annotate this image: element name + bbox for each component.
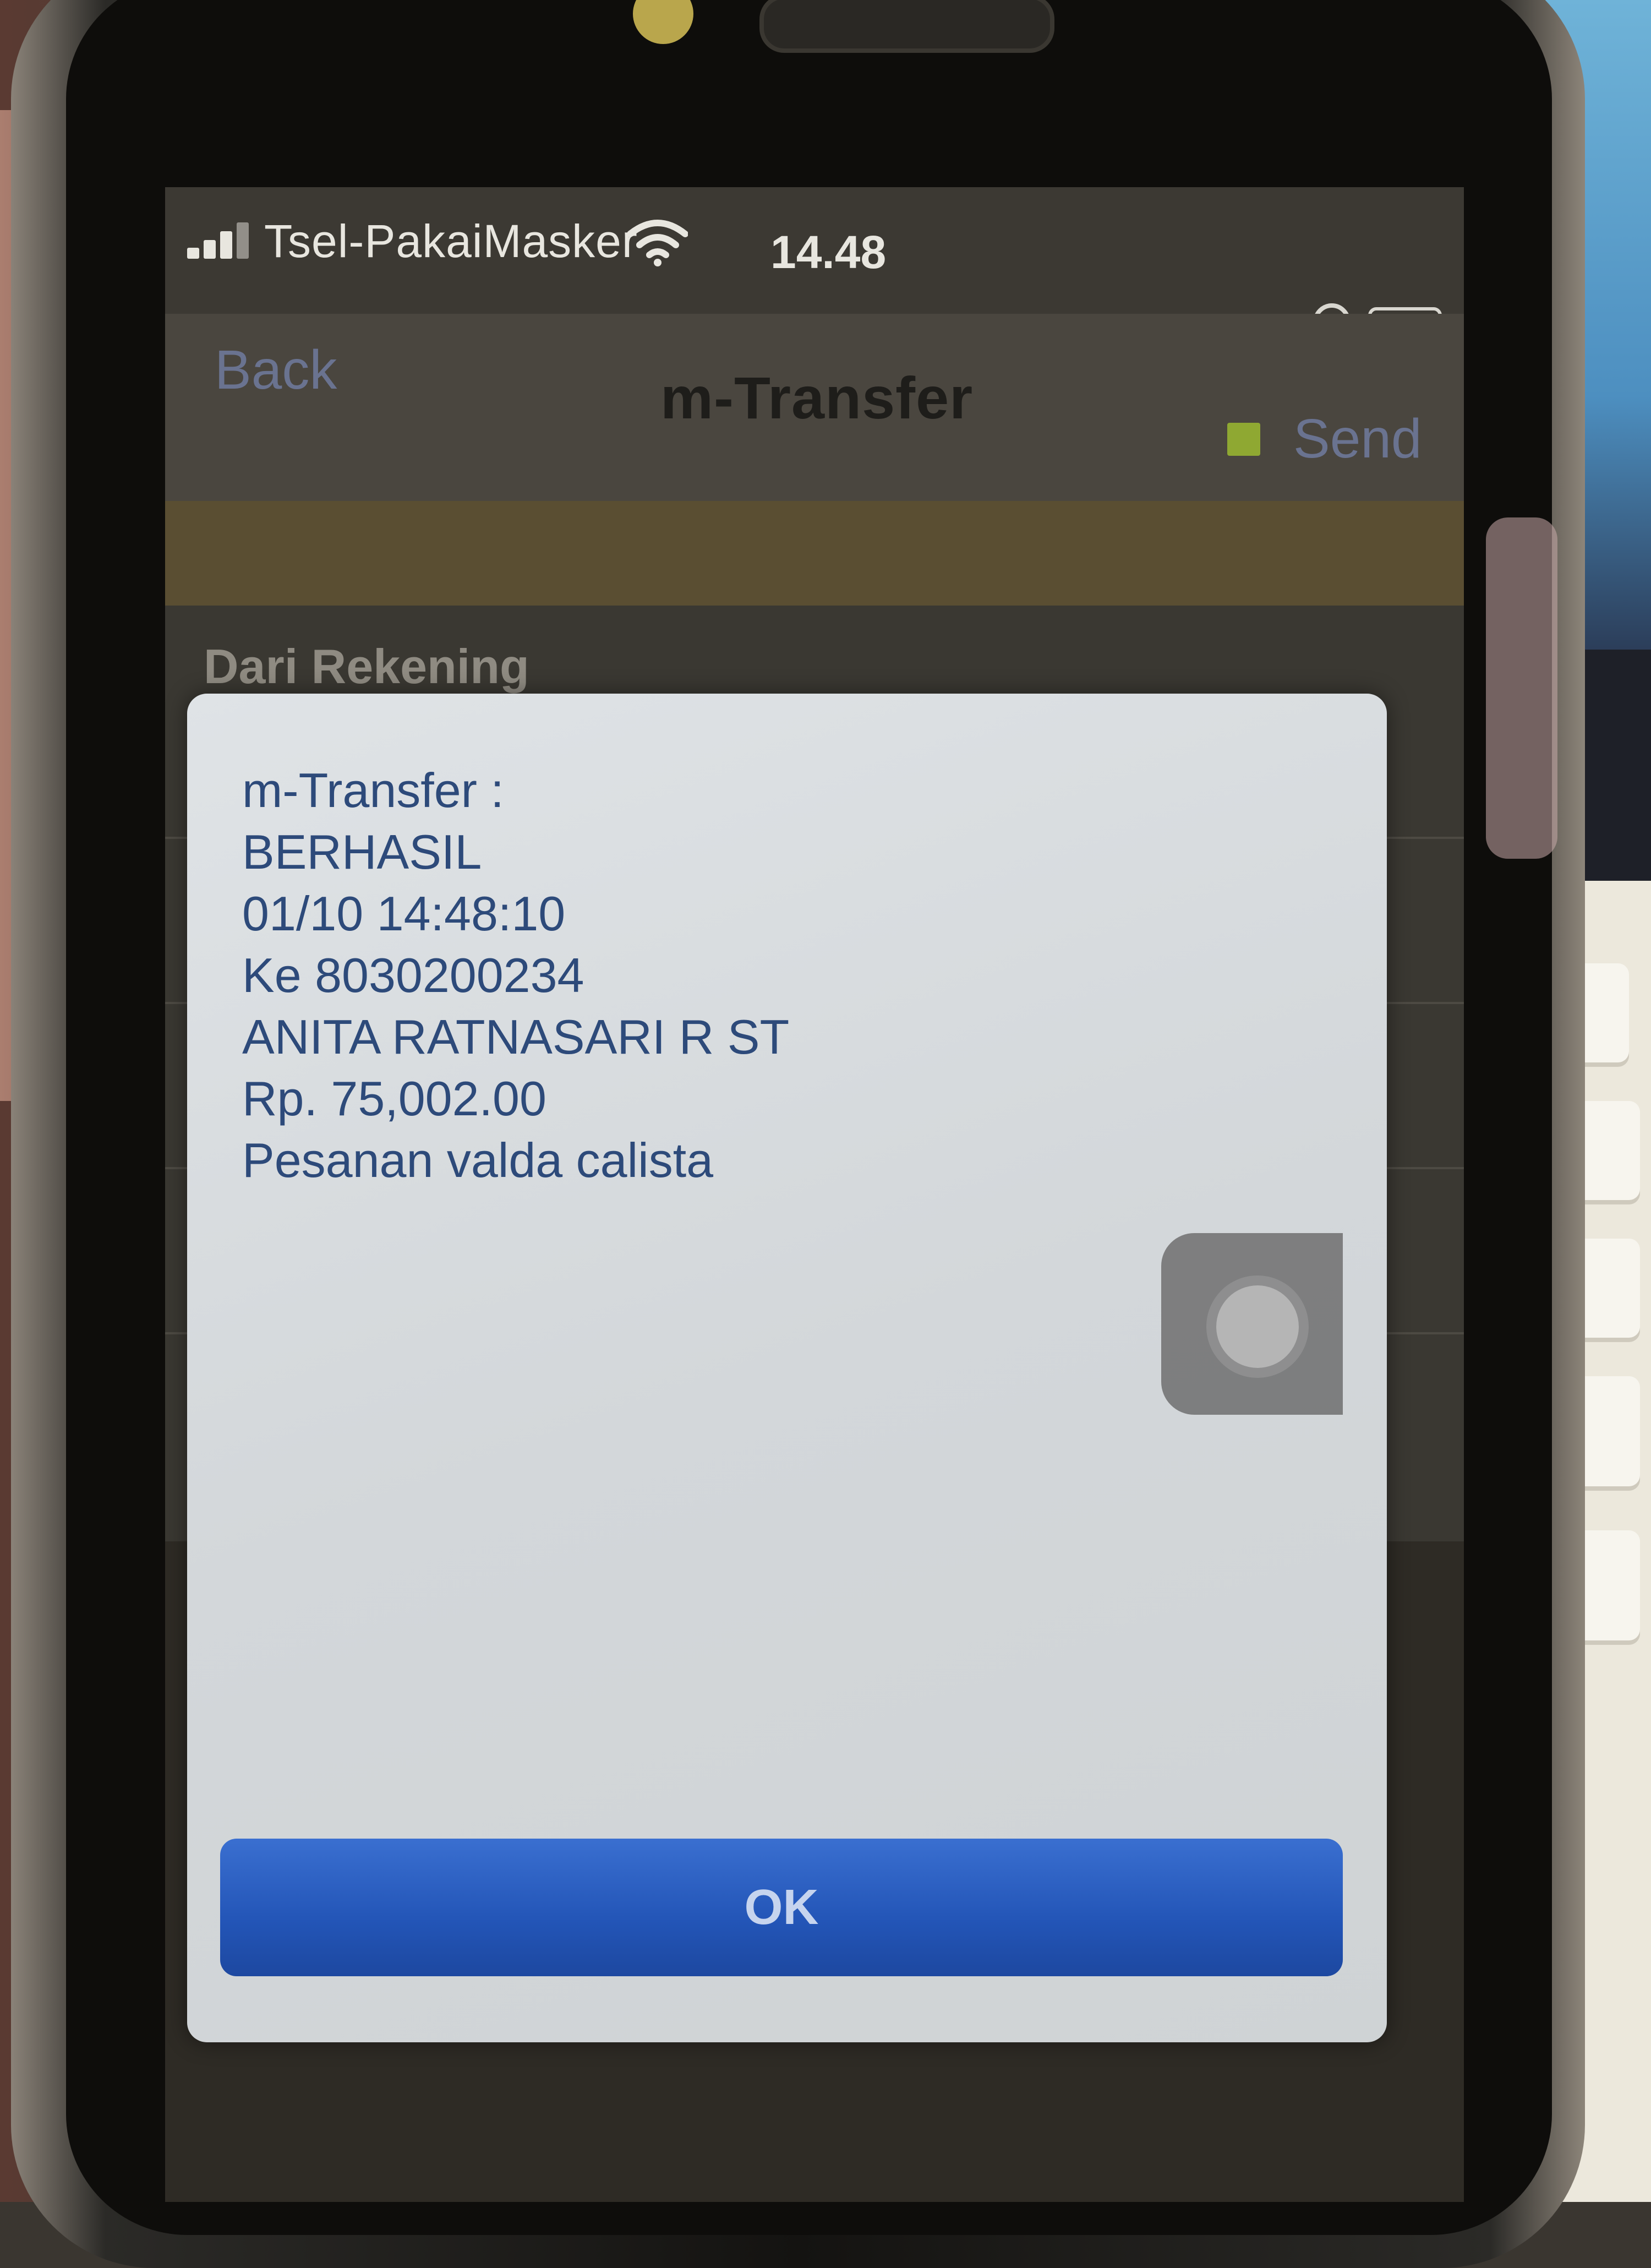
earpiece-speaker — [759, 0, 1054, 53]
alert-line-status: BERHASIL — [242, 825, 482, 879]
alert-line-recipient: ANITA RATNASARI R ST — [242, 1010, 790, 1064]
front-camera — [633, 0, 693, 44]
alert-line-note: Pesanan valda calista — [242, 1133, 714, 1187]
status-bar: Tsel-PakaiMasker 14.48 — [165, 187, 1464, 314]
alert-line-datetime: 01/10 14:48:10 — [242, 886, 566, 941]
alert-line-destination: Ke 8030200234 — [242, 948, 584, 1002]
send-button[interactable]: Send — [1227, 407, 1422, 471]
wifi-icon — [627, 220, 688, 266]
carrier-name: Tsel-PakaiMasker — [264, 215, 638, 267]
assistive-touch-icon — [1216, 1285, 1299, 1368]
signal-icon — [187, 220, 253, 259]
phone-side-button — [1486, 517, 1557, 859]
navigation-bar: Back m-Transfer Send — [165, 314, 1464, 501]
status-time: 14.48 — [770, 226, 887, 278]
back-button[interactable]: Back — [215, 339, 337, 402]
assistive-touch-button[interactable] — [1161, 1233, 1343, 1415]
header-band — [165, 501, 1464, 606]
ok-button[interactable]: OK — [220, 1839, 1343, 1976]
send-label: Send — [1293, 408, 1422, 470]
alert-message: m-Transfer : BERHASIL 01/10 14:48:10 Ke … — [242, 760, 1288, 1191]
alert-line-amount: Rp. 75,002.00 — [242, 1071, 546, 1126]
alert-line-title: m-Transfer : — [242, 763, 504, 817]
page-title: m-Transfer — [660, 364, 974, 431]
send-indicator-icon — [1227, 422, 1260, 456]
from-account-label: Dari Rekening — [204, 639, 529, 694]
phone-screen: Tsel-PakaiMasker 14.48 Back m-Transfer S… — [165, 187, 1464, 2202]
